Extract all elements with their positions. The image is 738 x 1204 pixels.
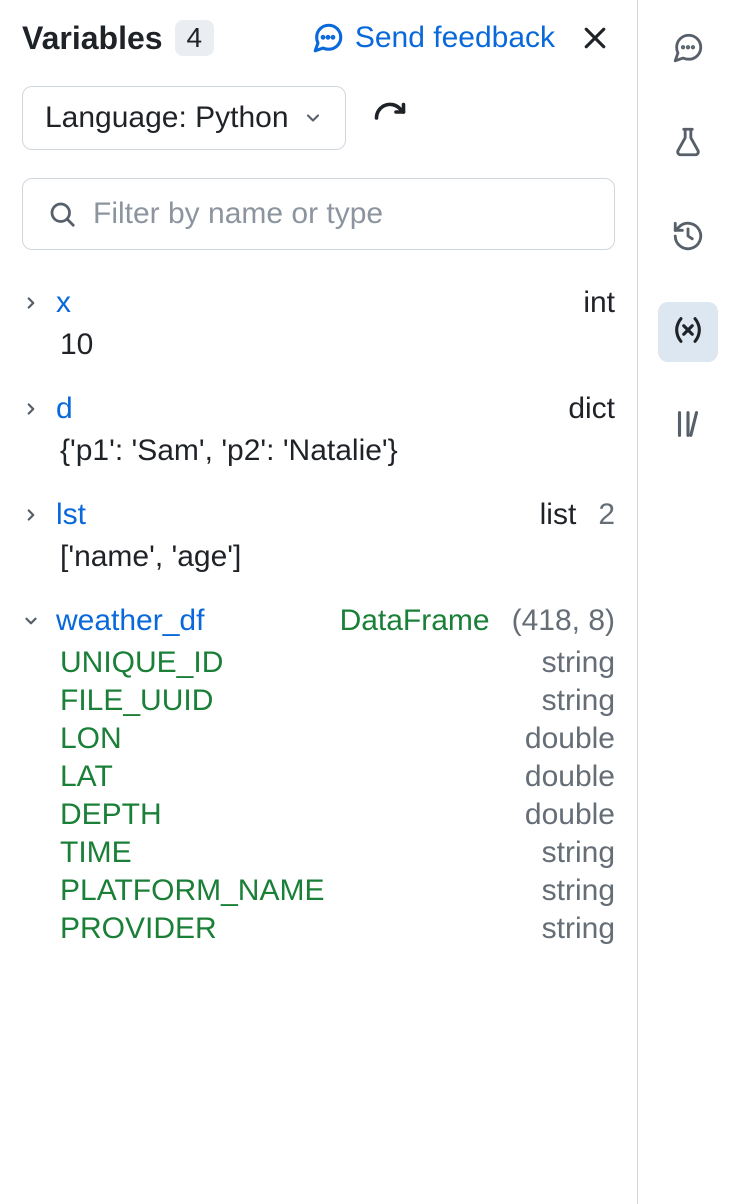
column-type: string <box>542 874 615 908</box>
panel-header: Variables 4 Send feedback <box>22 18 615 58</box>
variable-item: lst list 2 ['name', 'age'] <box>22 498 615 574</box>
variable-type: int <box>583 286 615 320</box>
variable-name[interactable]: lst <box>56 498 86 532</box>
rail-history[interactable] <box>658 208 718 268</box>
rail-comment[interactable] <box>658 20 718 80</box>
rail-variables[interactable] <box>658 302 718 362</box>
chevron-down-icon <box>303 108 323 128</box>
refresh-button[interactable] <box>370 98 410 138</box>
variable-type: list <box>540 498 577 532</box>
chevron-down-icon[interactable] <box>22 609 42 637</box>
filter-input[interactable] <box>93 197 590 231</box>
column-row[interactable]: FILE_UUIDstring <box>60 684 615 718</box>
variable-row[interactable]: lst list 2 <box>22 498 615 532</box>
variable-value: 10 <box>22 328 615 362</box>
filter-box[interactable] <box>22 178 615 250</box>
column-row[interactable]: LATdouble <box>60 760 615 794</box>
variable-row[interactable]: d dict <box>22 392 615 426</box>
variables-panel: Variables 4 Send feedback Language: Pyth… <box>0 0 638 1204</box>
rail-columns[interactable] <box>658 396 718 456</box>
refresh-icon <box>372 100 408 136</box>
right-rail <box>638 0 738 1204</box>
chevron-right-icon[interactable] <box>22 397 42 425</box>
column-type: double <box>525 722 615 756</box>
variable-item: d dict {'p1': 'Sam', 'p2': 'Natalie'} <box>22 392 615 468</box>
column-type: string <box>542 684 615 718</box>
panel-title: Variables <box>22 20 163 57</box>
variable-value: ['name', 'age'] <box>22 540 615 574</box>
variable-type: dict <box>568 392 615 426</box>
column-type: string <box>542 646 615 680</box>
column-type: double <box>525 798 615 832</box>
column-name: LAT <box>60 760 525 794</box>
column-name: LON <box>60 722 525 756</box>
variable-count-badge: 4 <box>175 20 215 56</box>
column-type: double <box>525 760 615 794</box>
send-feedback-label: Send feedback <box>355 21 555 55</box>
column-name: FILE_UUID <box>60 684 542 718</box>
variable-name[interactable]: weather_df <box>56 604 204 638</box>
column-row[interactable]: PLATFORM_NAMEstring <box>60 874 615 908</box>
variable-name[interactable]: x <box>56 286 71 320</box>
chevron-right-icon[interactable] <box>22 291 42 319</box>
variable-extra: (418, 8) <box>512 604 615 638</box>
rail-flask[interactable] <box>658 114 718 174</box>
comment-icon <box>311 21 345 55</box>
column-name: UNIQUE_ID <box>60 646 542 680</box>
variable-value: {'p1': 'Sam', 'p2': 'Natalie'} <box>22 434 615 468</box>
column-row[interactable]: LONdouble <box>60 722 615 756</box>
variables-icon <box>671 313 705 352</box>
search-icon <box>47 199 77 229</box>
send-feedback-link[interactable]: Send feedback <box>311 21 555 55</box>
comment-icon <box>671 31 705 70</box>
columns-icon <box>671 407 705 446</box>
column-name: TIME <box>60 836 542 870</box>
variable-name[interactable]: d <box>56 392 73 426</box>
language-row: Language: Python <box>22 86 615 150</box>
column-type: string <box>542 912 615 946</box>
language-select[interactable]: Language: Python <box>22 86 346 150</box>
history-icon <box>671 219 705 258</box>
column-row[interactable]: DEPTHdouble <box>60 798 615 832</box>
column-row[interactable]: PROVIDERstring <box>60 912 615 946</box>
column-name: PLATFORM_NAME <box>60 874 542 908</box>
variable-item: weather_dfDataFrame(418, 8)UNIQUE_IDstri… <box>22 604 615 946</box>
variable-extra: 2 <box>598 498 615 532</box>
chevron-right-icon[interactable] <box>22 503 42 531</box>
column-type: string <box>542 836 615 870</box>
language-label: Language: Python <box>45 101 289 135</box>
column-name: DEPTH <box>60 798 525 832</box>
close-icon <box>580 23 610 53</box>
variable-list: x int 10 d dict {'p1': 'Sam', 'p2': 'Natalie'… <box>22 286 615 946</box>
flask-icon <box>671 125 705 164</box>
column-row[interactable]: TIMEstring <box>60 836 615 870</box>
close-button[interactable] <box>575 18 615 58</box>
variable-item: x int 10 <box>22 286 615 362</box>
variable-type: DataFrame <box>340 604 490 638</box>
variable-row[interactable]: weather_df DataFrame (418, 8) <box>22 604 615 638</box>
variable-row[interactable]: x int <box>22 286 615 320</box>
column-name: PROVIDER <box>60 912 542 946</box>
dataframe-columns: UNIQUE_IDstringFILE_UUIDstringLONdoubleL… <box>22 646 615 946</box>
column-row[interactable]: UNIQUE_IDstring <box>60 646 615 680</box>
